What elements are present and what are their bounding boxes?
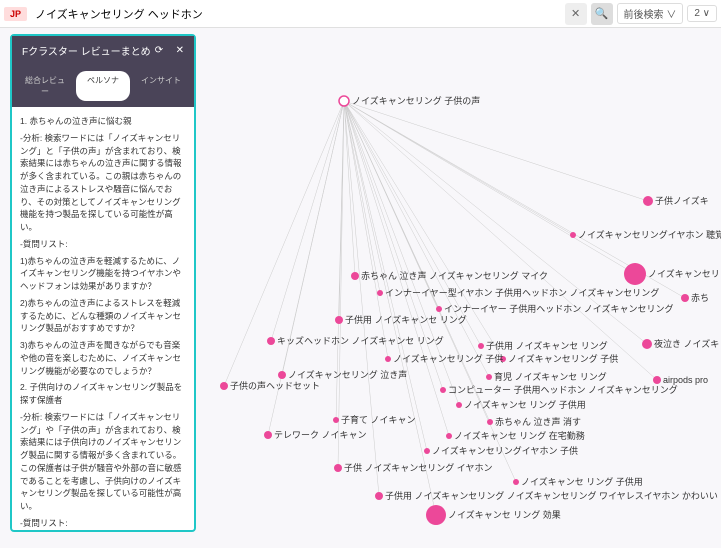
- graph-node[interactable]: インナーイヤー型イヤホン 子供用ヘッドホン ノイズキャンセリング: [377, 287, 659, 298]
- svg-text:ノイズキャンセリング 子供の声: ノイズキャンセリング 子供の声: [352, 95, 480, 106]
- graph-node[interactable]: ノイズキャンセ リング 子供用: [456, 399, 586, 410]
- svg-text:インナーイヤー型イヤホン 子供用ヘッドホン ノイズキャンセリ: インナーイヤー型イヤホン 子供用ヘッドホン ノイズキャンセリング: [385, 287, 659, 298]
- svg-text:子供用 ノイズキャンセリング ノイズキャンセリング ワイヤレ: 子供用 ノイズキャンセリング ノイズキャンセリング ワイヤレスイヤホン かわいい: [385, 490, 718, 501]
- panel-body: 1. 赤ちゃんの泣き声に悩む親 -分析: 検索ワードには「ノイズキャンセリング」と…: [12, 107, 194, 530]
- svg-text:子供用 ノイズキャンセ リング: 子供用 ノイズキャンセ リング: [486, 340, 608, 351]
- svg-text:子供用 ノイズキャンセ リング: 子供用 ノイズキャンセ リング: [345, 314, 467, 325]
- svg-text:インナーイヤー 子供用ヘッドホン ノイズキャンセリング: インナーイヤー 子供用ヘッドホン ノイズキャンセリング: [444, 303, 673, 314]
- svg-text:赤ちゃん 泣き声 消す: 赤ちゃん 泣き声 消す: [495, 416, 581, 427]
- svg-text:ノイズキャンセリング 泣き声: ノイズキャンセリング 泣き声: [288, 369, 407, 380]
- svg-text:子育て ノイキャン: 子育て ノイキャン: [341, 414, 416, 425]
- search-input[interactable]: [31, 4, 561, 24]
- graph-node[interactable]: 子育て ノイキャン: [333, 414, 416, 425]
- svg-text:夜泣き ノイズキ: 夜泣き ノイズキ: [654, 338, 719, 349]
- graph-node[interactable]: ノイズキャンセリング 子供: [385, 353, 503, 364]
- graph-node[interactable]: 子供の声ヘッドセット: [220, 380, 320, 391]
- graph-node[interactable]: 子供 ノイズキャンセリング イヤホン: [334, 462, 492, 473]
- svg-text:ノイズキャンセリングイヤホン 聴覚過敏 子供: ノイズキャンセリングイヤホン 聴覚過敏 子供: [578, 229, 721, 240]
- panel-text: 2. 子供向けのノイズキャンセリング製品を探す保護者: [20, 381, 186, 407]
- graph-node[interactable]: ノイズキャンセリング 子供: [500, 353, 618, 364]
- clear-icon[interactable]: ✕: [565, 3, 587, 25]
- svg-text:子供 ノイズキャンセリング イヤホン: 子供 ノイズキャンセリング イヤホン: [344, 462, 492, 473]
- graph-node[interactable]: 赤ち: [681, 293, 709, 303]
- graph-node[interactable]: ノイズキャンセ リング 効果: [426, 505, 561, 525]
- svg-text:コンピューター 子供用ヘッドホン ノイズキャンセリング: コンピューター 子供用ヘッドホン ノイズキャンセリング: [448, 384, 678, 395]
- graph-node[interactable]: ノイズキャンセリングイヤホン 子供: [424, 445, 578, 456]
- panel-text: -分析: 検索ワードには「ノイズキャンセリング」と「子供の声」が含まれており、検…: [20, 132, 186, 234]
- panel-text: 2)赤ちゃんの泣き声によるストレスを軽減するために、どんな種類のノイズキャンセリ…: [20, 297, 186, 335]
- graph-node[interactable]: ノイズキャンセリングイヤホン 聴覚過敏 子供: [570, 229, 721, 240]
- tab-overall[interactable]: 総合レビュー: [18, 71, 72, 101]
- panel-text: 3)赤ちゃんの泣き声を聞きながらでも音楽や他の音を楽しむために、ノイズキャンセリ…: [20, 339, 186, 377]
- graph-node[interactable]: ノイズキャンセ リング 在宅勤務: [446, 430, 585, 441]
- panel-header: Fクラスター レビューまとめ ⟳ ✕: [12, 36, 194, 65]
- graph-node[interactable]: airpods pro: [653, 375, 708, 385]
- svg-text:子供ノイズキ: 子供ノイズキ: [655, 195, 709, 206]
- graph-node[interactable]: キッズヘッドホン ノイズキャンセ リング: [267, 335, 444, 346]
- graph-node[interactable]: 子供用 ノイズキャンセリング ノイズキャンセリング ワイヤレスイヤホン かわいい: [375, 490, 718, 501]
- svg-text:ノイズキャンセ リング 子供用: ノイズキャンセ リング 子供用: [464, 399, 586, 410]
- graph-node[interactable]: 赤ちゃん 泣き声 ノイズキャンセリング マイク: [351, 270, 548, 281]
- svg-text:キッズヘッドホン ノイズキャンセ リング: キッズヘッドホン ノイズキャンセ リング: [277, 335, 444, 346]
- svg-text:ノイズキャンセ リング 在宅勤務: ノイズキャンセ リング 在宅勤務: [454, 430, 585, 441]
- graph-node[interactable]: テレワーク ノイキャン: [264, 430, 367, 440]
- topbar: JP ✕ 🔍 前後検索 ∨ 2 ∨: [0, 0, 721, 28]
- center-node[interactable]: ノイズキャンセリング 子供の声: [339, 95, 480, 106]
- graph-node[interactable]: 子供ノイズキ: [643, 195, 709, 206]
- context-select[interactable]: 前後検索 ∨: [617, 3, 684, 24]
- svg-text:ノイズキャンセ リング 子供用: ノイズキャンセ リング 子供用: [521, 476, 643, 487]
- svg-text:テレワーク ノイキャン: テレワーク ノイキャン: [274, 430, 367, 440]
- refresh-icon[interactable]: ⟳: [155, 45, 163, 56]
- panel-text: 1. 赤ちゃんの泣き声に悩む親: [20, 115, 186, 128]
- graph-node[interactable]: 子供用 ノイズキャンセ リング: [478, 340, 608, 351]
- panel-text: -分析: 検索ワードには「ノイズキャンセリング」や「子供の声」が含まれており、検…: [20, 411, 186, 513]
- panel-text: -質問リスト:: [20, 238, 186, 251]
- review-panel: Fクラスター レビューまとめ ⟳ ✕ 総合レビュー ペルソナ インサイト 1. …: [10, 34, 196, 532]
- svg-text:ノイズキャンセ リング 効果: ノイズキャンセ リング 効果: [448, 509, 561, 520]
- panel-title: Fクラスター レビューまとめ: [22, 43, 151, 58]
- panel-tabs: 総合レビュー ペルソナ インサイト: [12, 65, 194, 107]
- svg-text:airpods pro: airpods pro: [663, 375, 708, 385]
- svg-text:ノイズキャンセリング 子供: ノイズキャンセリング 子供: [508, 353, 618, 364]
- graph-node[interactable]: 夜泣き ノイズキ: [642, 338, 719, 349]
- svg-text:ノイズキャンセリング: ノイズキャンセリング: [648, 268, 721, 279]
- tab-insight[interactable]: インサイト: [134, 71, 188, 101]
- graph-node[interactable]: 子供用 ノイズキャンセ リング: [335, 314, 467, 325]
- panel-text: -質問リスト:: [20, 517, 186, 530]
- svg-text:子供の声ヘッドセット: 子供の声ヘッドセット: [230, 380, 320, 391]
- graph-node[interactable]: ノイズキャンセリング 泣き声: [278, 369, 407, 380]
- search-icon[interactable]: 🔍: [591, 3, 613, 25]
- graph-node[interactable]: ノイズキャンセ リング 子供用: [513, 476, 643, 487]
- count-select[interactable]: 2 ∨: [687, 5, 717, 22]
- tab-persona[interactable]: ペルソナ: [76, 71, 130, 101]
- svg-text:赤ちゃん 泣き声 ノイズキャンセリング マイク: 赤ちゃん 泣き声 ノイズキャンセリング マイク: [361, 270, 548, 281]
- graph-node[interactable]: コンピューター 子供用ヘッドホン ノイズキャンセリング: [440, 384, 678, 395]
- graph-node[interactable]: インナーイヤー 子供用ヘッドホン ノイズキャンセリング: [436, 303, 673, 314]
- graph-node[interactable]: ノイズキャンセリング: [624, 263, 721, 285]
- svg-text:育児 ノイズキャンセ リング: 育児 ノイズキャンセ リング: [494, 371, 607, 382]
- svg-text:ノイズキャンセリング 子供: ノイズキャンセリング 子供: [393, 353, 503, 364]
- svg-text:赤ち: 赤ち: [691, 293, 709, 303]
- graph-node[interactable]: 赤ちゃん 泣き声 消す: [487, 416, 581, 427]
- graph-node[interactable]: 育児 ノイズキャンセ リング: [486, 371, 607, 382]
- svg-text:ノイズキャンセリングイヤホン 子供: ノイズキャンセリングイヤホン 子供: [432, 445, 578, 456]
- lang-badge[interactable]: JP: [4, 7, 27, 21]
- panel-text: 1)赤ちゃんの泣き声を軽減するために、ノイズキャンセリング機能を持つイヤホンやヘ…: [20, 255, 186, 293]
- close-icon[interactable]: ✕: [176, 45, 184, 56]
